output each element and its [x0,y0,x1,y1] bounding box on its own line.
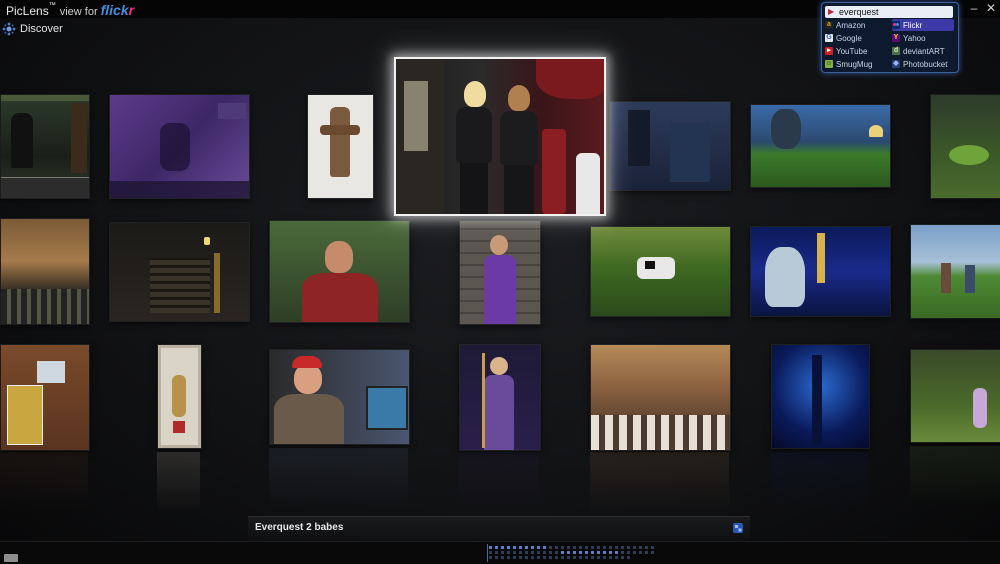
provider-smugmug[interactable]: ☺ SmugMug [825,58,887,70]
provider-label: Yahoo [903,33,926,43]
reflection [157,452,200,512]
amazon-icon: a [825,21,833,29]
deviantart-icon: d [892,47,900,55]
provider-amazon[interactable]: a Amazon [825,19,887,31]
caption-bar: Everquest 2 babes [248,516,750,539]
search-input[interactable] [839,6,949,18]
smugmug-icon: ☺ [825,60,833,68]
thumbnail-purple-sorceress[interactable] [459,344,541,451]
reflection [0,452,88,512]
thumbnail-costumed-woman-stone-wall[interactable] [459,220,541,325]
minimize-button[interactable]: – [967,1,981,15]
scrubber-bar[interactable] [489,546,655,560]
provider-google[interactable]: G Google [825,32,887,44]
reflection [590,452,729,512]
thumbnail-man-red-cap[interactable] [269,349,410,445]
reflection [459,452,539,512]
scrubber-edge [487,544,488,562]
thumbnail-two-costumed-women[interactable] [394,57,606,216]
search-arrow-icon: ▶ [828,7,835,16]
provider-label: Amazon [836,20,866,30]
thumbnail-game-boxes-on-table[interactable] [0,344,90,451]
thumbnail-blue-night-street[interactable] [609,101,731,191]
reflection [269,448,408,508]
provider-label: Photobucket [903,59,948,69]
thumbnail-blue-forest-night[interactable] [771,344,870,449]
thumbnail-fairy-in-forest[interactable] [910,349,1000,443]
search-panel: ▶ a Amazon Flickr G Google Y Yahoo ▸ You… [821,2,959,73]
discover-button[interactable]: Discover [2,21,63,37]
google-icon: G [825,34,833,42]
thumbnail-dragon-figure-art[interactable] [307,94,374,199]
discover-label: Discover [20,23,63,35]
photobucket-icon: ◆ [892,60,900,68]
thumbnail-cow-in-field[interactable] [590,226,731,317]
provider-flickr[interactable]: Flickr [892,19,954,31]
reflection [771,452,868,512]
flickr-icon [892,21,900,29]
thumbnail-dark-staircase[interactable] [109,222,250,322]
app-title: PicLens™view for flickr [6,2,135,18]
image-wall: PicLens™view forflickr – ✕ Discover ▶ a … [0,0,1000,564]
yahoo-icon: Y [892,34,900,42]
thumbnail-characters-in-meadow[interactable] [910,224,1000,319]
provider-photobucket[interactable]: ◆ Photobucket [892,58,954,70]
discover-icon [2,22,16,36]
thumbnail-game-hud-screenshot[interactable] [0,94,90,199]
provider-youtube[interactable]: ▸ YouTube [825,45,887,57]
photo-caption: Everquest 2 babes [255,522,344,533]
youtube-icon: ▸ [825,47,833,55]
provider-label: YouTube [836,46,868,56]
provider-label: deviantART [903,46,945,56]
provider-label: Google [836,33,862,43]
provider-yahoo[interactable]: Y Yahoo [892,32,954,44]
thumbnail-fantasy-landscape-mushrooms[interactable] [750,104,891,188]
fullscreen-icon[interactable] [4,554,18,562]
thumbnail-green-swamp-scene[interactable] [930,94,1000,199]
thumbnail-blue-glowing-tree[interactable] [750,226,891,317]
search-field[interactable]: ▶ [825,6,953,18]
flickr-logo: flickr [100,2,135,18]
provider-label: SmugMug [836,59,873,69]
bottom-bar [0,541,1000,564]
thumbnail-framed-emblem-art[interactable] [157,344,202,449]
thumbnail-conference-chairs[interactable] [590,344,731,451]
thumbnail-audience-in-hall[interactable] [0,218,90,325]
thumbnail-purple-game-screenshot[interactable] [109,94,250,199]
thumbnail-red-armor-character[interactable] [269,220,410,323]
reflection [910,446,1000,506]
provider-label: Flickr [903,20,923,30]
info-icon[interactable] [732,522,744,534]
provider-deviantart[interactable]: d deviantART [892,45,954,57]
close-button[interactable]: ✕ [984,1,998,15]
